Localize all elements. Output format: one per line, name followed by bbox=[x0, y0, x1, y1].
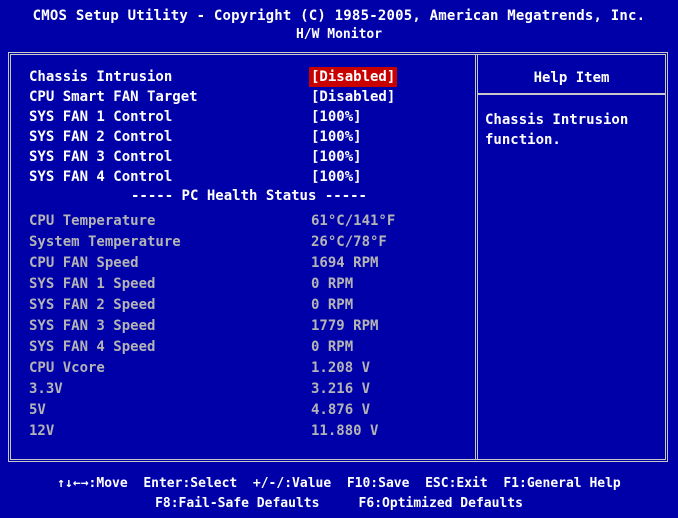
health-value: 3.216 V bbox=[311, 381, 371, 397]
page-title: H/W Monitor bbox=[295, 27, 383, 42]
health-label: 12V bbox=[29, 423, 55, 439]
setting-label: SYS FAN 1 Control bbox=[29, 109, 173, 125]
utility-title: CMOS Setup Utility - Copyright (C) 1985-… bbox=[32, 8, 646, 24]
health-status-header: ----- PC Health Status ----- bbox=[130, 188, 367, 204]
setting-value[interactable]: [100%] bbox=[311, 147, 362, 167]
health-label: 5V bbox=[29, 402, 46, 418]
health-value: 0 RPM bbox=[311, 297, 354, 313]
health-label: CPU FAN Speed bbox=[29, 255, 139, 271]
health-value: 11.880 V bbox=[311, 423, 379, 439]
health-label: System Temperature bbox=[29, 234, 181, 250]
setting-label: SYS FAN 2 Control bbox=[29, 129, 173, 145]
key-legend-line-2: F8:Fail-Safe Defaults F6:Optimized Defau… bbox=[155, 496, 523, 511]
help-item-title: Help Item bbox=[533, 70, 610, 86]
health-value: 0 RPM bbox=[311, 276, 354, 292]
health-label: SYS FAN 4 Speed bbox=[29, 339, 156, 355]
health-label: 3.3V bbox=[29, 381, 63, 397]
help-text: Chassis Intrusion function. bbox=[485, 112, 629, 148]
setting-value[interactable]: [100%] bbox=[311, 167, 362, 187]
key-legend-line-1: ↑↓←→:Move Enter:Select +/-/:Value F10:Sa… bbox=[57, 476, 621, 491]
health-value: 1779 RPM bbox=[311, 318, 379, 334]
setting-label: SYS FAN 4 Control bbox=[29, 169, 173, 185]
setting-value[interactable]: [100%] bbox=[311, 107, 362, 127]
main-frame: Chassis Intrusion [Disabled] CPU Smart F… bbox=[8, 52, 668, 462]
panel-divider bbox=[475, 55, 478, 459]
health-label: SYS FAN 2 Speed bbox=[29, 297, 156, 313]
setting-value-selected[interactable]: [Disabled] bbox=[309, 67, 398, 87]
health-value: 1.208 V bbox=[311, 360, 371, 376]
setting-label: SYS FAN 3 Control bbox=[29, 149, 173, 165]
health-label: SYS FAN 3 Speed bbox=[29, 318, 156, 334]
health-value: 26°C/78°F bbox=[311, 234, 387, 250]
health-label: CPU Vcore bbox=[29, 360, 105, 376]
health-label: SYS FAN 1 Speed bbox=[29, 276, 156, 292]
health-value: 0 RPM bbox=[311, 339, 354, 355]
health-value: 4.876 V bbox=[311, 402, 371, 418]
health-label: CPU Temperature bbox=[29, 213, 156, 229]
setting-label: CPU Smart FAN Target bbox=[29, 89, 198, 105]
setting-value[interactable]: [Disabled] bbox=[311, 87, 395, 107]
setting-value[interactable]: [100%] bbox=[311, 127, 362, 147]
health-value: 1694 RPM bbox=[311, 255, 379, 271]
title-bar: CMOS Setup Utility - Copyright (C) 1985-… bbox=[0, 0, 678, 50]
help-separator bbox=[478, 93, 665, 95]
setting-label: Chassis Intrusion bbox=[29, 69, 173, 85]
health-value: 61°C/141°F bbox=[311, 213, 396, 229]
